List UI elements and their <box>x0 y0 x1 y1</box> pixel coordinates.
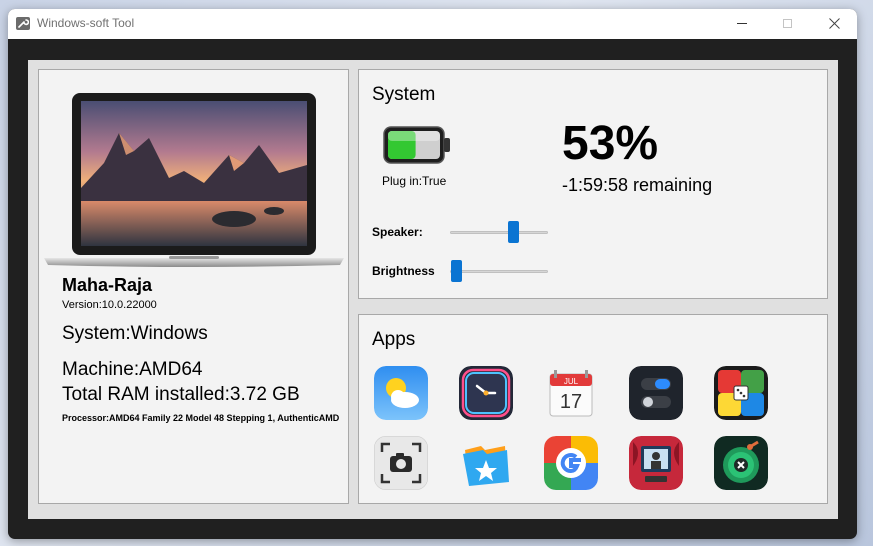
battery-icon <box>383 126 450 164</box>
wrench-icon <box>16 17 30 30</box>
app-window: Windows-soft Tool Maha-Raja Version:10.0… <box>8 9 857 539</box>
ludo-game-app[interactable] <box>714 366 768 420</box>
speaker-slider-track[interactable] <box>450 231 548 234</box>
weather-icon <box>374 366 428 420</box>
maximize-icon <box>783 19 792 28</box>
plug-status: Plug in:True <box>382 174 447 188</box>
files-icon <box>463 446 509 486</box>
weather-app[interactable] <box>374 366 428 420</box>
ludo-game-icon <box>714 366 768 420</box>
title-bar[interactable]: Windows-soft Tool <box>8 9 857 39</box>
speaker-slider-thumb[interactable] <box>507 221 519 243</box>
close-button[interactable] <box>811 9 857 39</box>
brightness-slider-thumb[interactable] <box>450 260 462 282</box>
calendar-app[interactable]: JUL 17 <box>544 366 598 420</box>
apps-title: Apps <box>372 329 416 350</box>
bowling-game-app[interactable] <box>714 436 768 490</box>
files-app[interactable] <box>459 436 513 490</box>
machine-label: Machine:AMD64 <box>62 359 203 380</box>
calendar-day: 17 <box>560 391 582 413</box>
battery-remaining: -1:59:58 remaining <box>562 175 713 195</box>
brightness-slider[interactable] <box>450 259 548 283</box>
calendar-icon: JUL 17 <box>549 370 593 417</box>
photo-booth-app[interactable] <box>629 436 683 490</box>
minimize-button[interactable] <box>719 9 765 39</box>
bowling-game-icon <box>714 436 768 490</box>
speaker-label: Speaker: <box>372 225 423 239</box>
toggle-settings-icon <box>629 366 683 420</box>
toggle-settings-app[interactable] <box>629 366 683 420</box>
system-panel: System Plug in:True 53% -1:59:58 remaini… <box>358 69 828 299</box>
minimize-icon <box>737 23 747 24</box>
screenshot-app[interactable] <box>374 436 428 490</box>
system-label: System:Windows <box>62 323 208 344</box>
google-icon <box>544 436 598 490</box>
battery-percent: 53% <box>562 117 659 170</box>
close-icon <box>829 18 840 29</box>
client-area: Maha-Raja Version:10.0.22000 System:Wind… <box>28 60 838 519</box>
os-version: Version:10.0.22000 <box>62 299 157 311</box>
ram-label: Total RAM installed:3.72 GB <box>62 384 300 405</box>
clock-icon <box>459 366 513 420</box>
brightness-slider-track[interactable] <box>450 270 548 273</box>
processor-label: Processor:AMD64 Family 22 Model 48 Stepp… <box>62 413 340 423</box>
system-title: System <box>372 84 436 105</box>
device-name: Maha-Raja <box>62 275 153 295</box>
apps-panel: Apps JUL 17 <box>358 314 828 504</box>
calendar-month: JUL <box>564 377 579 386</box>
brightness-label: Brightness <box>372 264 435 278</box>
google-app[interactable] <box>544 436 598 490</box>
window-title: Windows-soft Tool <box>37 16 135 30</box>
device-info-panel: Maha-Raja Version:10.0.22000 System:Wind… <box>38 69 349 504</box>
laptop-image <box>44 93 344 267</box>
clock-app[interactable] <box>459 366 513 420</box>
photo-booth-icon <box>629 436 683 490</box>
speaker-slider[interactable] <box>450 220 548 244</box>
screenshot-icon <box>374 436 428 490</box>
maximize-button[interactable] <box>765 9 811 39</box>
